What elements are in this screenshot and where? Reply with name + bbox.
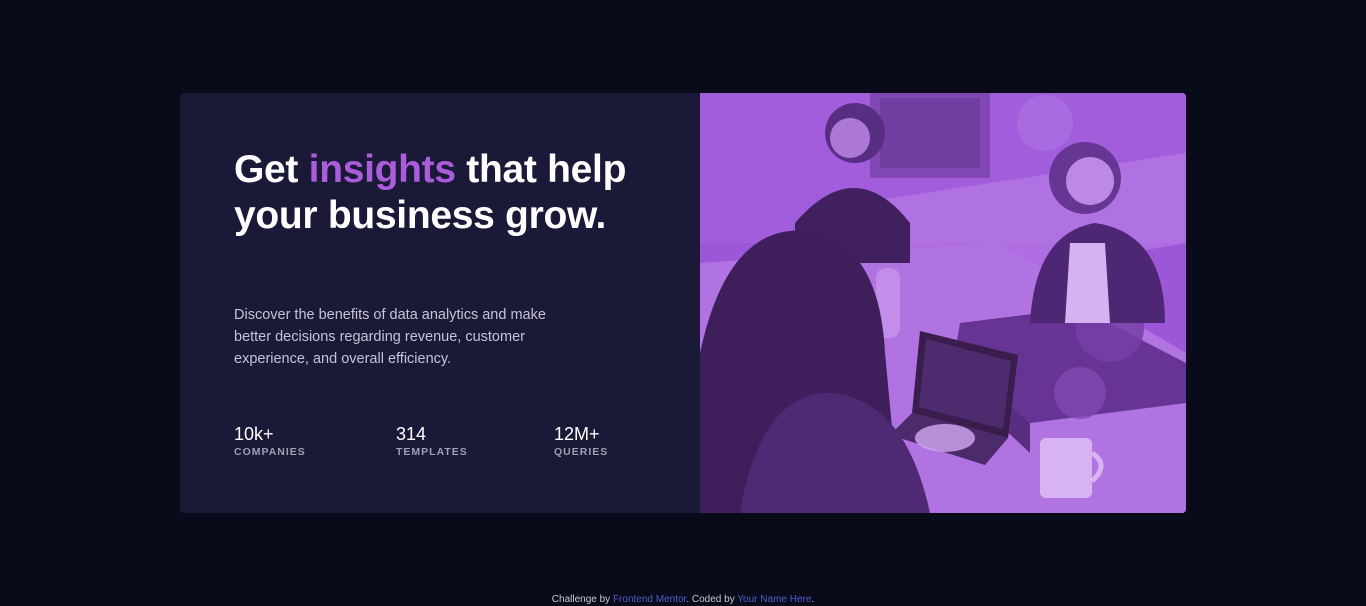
stat-queries: 12M+ QUERIES — [554, 423, 608, 459]
photo-illustration — [700, 93, 1186, 513]
attribution-footer: Challenge by Frontend Mentor. Coded by Y… — [0, 594, 1366, 606]
stat-label: TEMPLATES — [396, 446, 468, 458]
stat-label: QUERIES — [554, 446, 609, 458]
office-meeting-photo-icon — [700, 93, 1186, 513]
stat-label: COMPANIES — [234, 446, 306, 458]
stats-row: 10k+ COMPANIES 314 TEMPLATES 12M+ QUERIE… — [234, 423, 654, 463]
headline: Get insights that help your business gro… — [234, 147, 634, 239]
stats-preview-card: Get insights that help your business gro… — [180, 93, 1186, 513]
description: Discover the benefits of data analytics … — [234, 307, 546, 367]
author-link[interactable]: Your Name Here — [737, 594, 811, 605]
stat-value: 12M+ — [554, 424, 600, 444]
headline-accent: insights — [308, 148, 456, 191]
footer-prefix: Challenge by — [551, 594, 613, 605]
stat-templates: 314 TEMPLATES — [396, 423, 468, 459]
stat-value: 314 — [396, 424, 427, 444]
footer-suffix: . — [811, 594, 815, 605]
stat-companies: 10k+ COMPANIES — [234, 423, 306, 459]
card-content: Get insights that help your business gro… — [180, 93, 700, 513]
footer-middle: . Coded by — [686, 594, 738, 605]
frontend-mentor-link[interactable]: Frontend Mentor — [613, 594, 686, 605]
stat-value: 10k+ — [234, 424, 274, 444]
headline-prefix: Get — [234, 148, 309, 191]
